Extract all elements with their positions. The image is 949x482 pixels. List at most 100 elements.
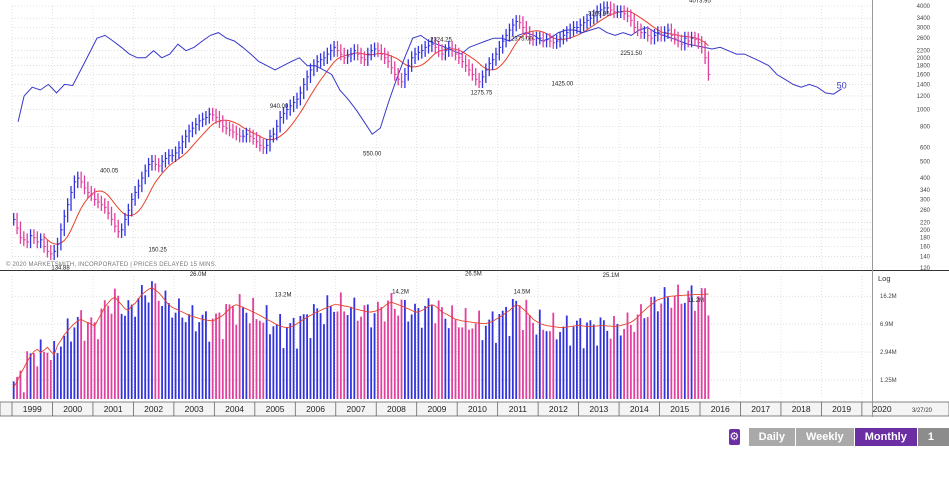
volume-bar [491,311,494,399]
volume-bars [12,281,710,399]
price-annotation: 550.00 [363,152,382,158]
volume-bar [282,348,285,399]
volume-bar [39,339,42,399]
price-annotation: 400.05 [100,169,119,175]
volume-bar [130,304,133,399]
volume-tick-label: 2.94M [880,350,897,356]
volume-bar [151,281,153,399]
volume-bar [191,305,194,399]
interval-dropdown[interactable]: 1 min ▴ [917,428,949,479]
volume-annotation: 14.2M [392,290,409,296]
volume-bar [339,292,342,399]
volume-bar [22,392,25,399]
price-tick-label: 3400 [917,16,931,22]
x-tick-label: 2016 [711,404,730,414]
volume-scale-label: Log [878,274,891,283]
volume-bar [63,335,66,399]
volume-bar [687,290,690,399]
price-tick-label: 1600 [917,72,931,78]
volume-bar [673,295,676,399]
volume-bar [272,326,275,399]
volume-bar [441,307,443,399]
price-tick-label: 180 [920,236,931,242]
volume-labels: 26.0M 13.2M 14.2M 26.5M 14.5M 25.1M 11.2M [190,271,704,304]
volume-bar [255,319,258,399]
price-annotation: 2324.25 [430,38,452,44]
volume-bar [218,312,221,399]
volume-bar [70,341,72,399]
tab-monthly[interactable]: Monthly [854,428,918,446]
volume-bar [333,311,335,399]
price-tick-label: 400 [920,176,931,182]
price-tick-label: 1000 [917,108,931,114]
volume-tick-label: 6.9M [880,322,893,328]
volume-bar [137,298,140,399]
x-tick-label: 2014 [630,404,649,414]
volume-bar [417,308,420,399]
volume-bar [633,331,636,399]
x-tick-label: 2010 [468,404,487,414]
volume-bar [579,318,582,399]
volume-bar [113,288,116,399]
price-tick-label: 1800 [917,64,931,70]
volume-bar [86,322,89,399]
price-tick-label: 500 [920,159,931,165]
volume-bar [488,319,491,399]
volume-bar [602,320,605,399]
volume-bar [43,351,45,399]
volume-bar [120,313,123,399]
volume-bar [407,321,410,399]
x-tick-label: 2008 [387,404,406,414]
volume-bar [56,353,59,399]
stock-chart: 400.05 150.25 940.00 550.00 2324.25 1275.75 23… [0,0,949,417]
volume-bar [596,345,599,399]
price-labels: 400.05 150.25 940.00 550.00 2324.25 1275.75 23… [51,0,846,271]
volume-bar [181,317,184,399]
volume-bar [289,323,292,399]
volume-bar [76,316,79,399]
x-tick-label: 2012 [549,404,568,414]
tab-daily[interactable]: Daily [748,428,796,446]
volume-bar [613,315,615,399]
price-tick-label: 2200 [917,49,931,55]
volume-bar [451,305,454,399]
x-tick-label: 2009 [427,404,446,414]
volume-bar [420,327,423,399]
volume-annotation: 26.0M [190,272,207,278]
volume-bar [410,314,413,399]
volume-bar [457,327,460,399]
volume-bar [629,324,632,399]
volume-bar [225,304,228,399]
volume-bar [683,302,686,399]
volume-bar [525,299,528,399]
volume-bar [650,296,652,399]
volume-bar [640,304,642,399]
price-annotation: 1275.75 [471,91,493,97]
volume-bar [707,315,710,399]
volume-bar [616,323,619,399]
price-tick-label: 300 [920,198,931,204]
volume-annotation: 14.5M [514,290,531,296]
volume-bar [312,304,315,399]
volume-bar [164,290,167,399]
x-tick-label: 2003 [185,404,204,414]
volume-bar [107,305,110,399]
price-bars [13,1,711,261]
gear-icon[interactable]: ⚙ [729,429,740,445]
volume-bar [404,299,406,399]
volume-bar [49,359,52,399]
volume-bar [515,300,518,399]
tab-weekly[interactable]: Weekly [795,428,855,446]
volume-bar [194,331,197,399]
volume-bar [309,338,312,399]
price-tick-label: 2600 [917,36,931,42]
volume-bar [508,336,511,399]
volume-bar [228,304,231,399]
volume-bar [623,328,626,399]
volume-bar [211,318,214,399]
x-tick-label: 2019 [832,404,851,414]
price-annotation: 2375.00 [511,37,533,43]
price-tick-label: 120 [920,266,931,272]
x-tick-label: 2018 [792,404,811,414]
volume-bar [549,331,551,399]
